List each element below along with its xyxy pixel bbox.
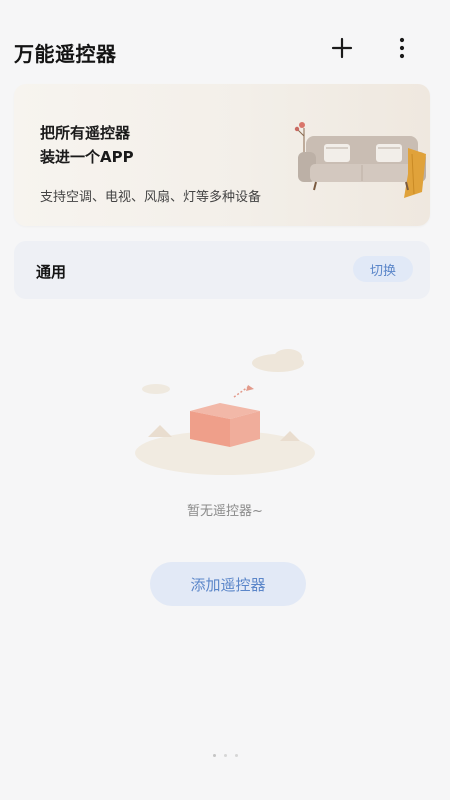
general-card: 通用 切换	[14, 241, 430, 299]
page-dot	[223, 754, 227, 757]
more-button[interactable]	[386, 32, 418, 64]
general-label: 通用	[36, 263, 67, 281]
switch-button[interactable]: 切换	[353, 256, 413, 282]
empty-state-message: 暂无遥控器~	[187, 504, 263, 519]
page-title: 万能遥控器	[14, 42, 117, 66]
sofa-illustration	[294, 122, 426, 198]
promo-banner[interactable]: 把所有遥控器 装进一个APP 支持空调、电视、风扇、灯等多种设备	[14, 84, 430, 226]
app-header: 万能遥控器	[0, 28, 450, 76]
empty-box-illustration	[135, 349, 315, 475]
add-button[interactable]	[326, 32, 358, 64]
banner-title-line1: 把所有遥控器	[40, 124, 131, 142]
plus-icon	[331, 37, 353, 59]
banner-subtitle: 支持空调、电视、风扇、灯等多种设备	[40, 190, 262, 205]
more-vertical-icon	[399, 37, 405, 59]
page-indicator	[0, 754, 450, 757]
page-dot	[234, 754, 238, 757]
app-root: 万能遥控器 把所有遥控器 装进一个APP 支持空调、电视、风扇、灯等多种设备 通…	[0, 0, 450, 800]
page-dot	[212, 754, 216, 757]
add-remote-button[interactable]: 添加遥控器	[150, 562, 306, 606]
banner-title-line2: 装进一个APP	[40, 148, 134, 166]
